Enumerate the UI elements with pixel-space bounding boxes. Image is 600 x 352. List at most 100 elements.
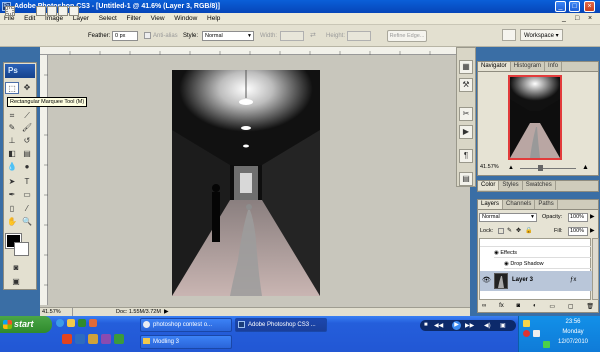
dreamweaver-icon[interactable] (114, 334, 124, 344)
hand-tool-icon[interactable]: ✋ (5, 216, 19, 228)
start-button[interactable]: start (0, 316, 52, 333)
refine-edge-button[interactable]: Refine Edge... (387, 30, 427, 42)
zoom-tool-icon[interactable]: 🔍 (20, 216, 34, 228)
menu-view[interactable]: View (147, 13, 169, 25)
fill-arrow-icon[interactable]: ▶ (590, 227, 595, 234)
actions-panel-icon[interactable]: ▶ (459, 125, 473, 139)
history-panel-icon[interactable]: ✂ (459, 107, 473, 121)
dodge-tool-icon[interactable]: ● (20, 161, 34, 173)
tray-update-icon[interactable] (543, 341, 550, 348)
pen-tool-icon[interactable]: ✒ (5, 189, 19, 201)
zoom-in-icon[interactable]: ▲ (582, 164, 589, 171)
menu-window[interactable]: Window (170, 13, 201, 25)
document-image[interactable] (172, 70, 320, 296)
photoshop-launch-icon[interactable] (75, 334, 85, 344)
task-button-folder[interactable]: Modling 3 (140, 335, 232, 349)
close-button[interactable]: × (584, 1, 595, 12)
move-tool-icon[interactable]: ✥ (20, 82, 34, 94)
adjustment-icon[interactable]: ◐ (533, 303, 537, 310)
palette-well-icon[interactable] (502, 29, 516, 41)
shape-tool-icon[interactable]: ▭ (20, 189, 34, 201)
clock-time[interactable]: 23:56 (553, 319, 593, 325)
photoshop-logo[interactable]: Ps (5, 64, 35, 78)
folder-icon[interactable]: ▭ (549, 303, 555, 310)
adobe-icon[interactable] (62, 334, 72, 344)
premiere-icon[interactable] (101, 334, 111, 344)
task-button-photoshop[interactable]: Adobe Photoshop CS3 ... (235, 318, 327, 332)
fill-input[interactable]: 100% (568, 227, 588, 236)
clone-stamp-tool-icon[interactable]: ⊥ (5, 135, 19, 147)
notes-tool-icon[interactable]: ▯ (5, 203, 19, 215)
eraser-tool-icon[interactable]: ◧ (5, 148, 19, 160)
menu-help[interactable]: Help (203, 13, 224, 25)
fx-icon[interactable]: fx (499, 303, 504, 310)
background-color-swatch[interactable] (14, 242, 29, 256)
task-button-browser[interactable]: photoshop contest o... (140, 318, 232, 332)
minimize-button[interactable]: _ (555, 1, 566, 12)
blur-tool-icon[interactable]: 💧 (5, 161, 19, 173)
lock-image-icon[interactable]: ✎ (507, 227, 512, 234)
drop-shadow-row[interactable]: ◉ Drop Shadow (504, 259, 592, 269)
tab-info[interactable]: Info (545, 62, 563, 71)
lock-transparency-icon[interactable] (498, 228, 504, 234)
slice-tool-icon[interactable]: ⟋ (20, 110, 34, 122)
menu-select[interactable]: Select (95, 13, 121, 25)
new-layer-icon[interactable]: ▢ (568, 303, 574, 310)
link-icon[interactable]: ∞ (482, 303, 486, 310)
opacity-arrow-icon[interactable]: ▶ (590, 213, 595, 220)
intersect-selection-icon[interactable] (69, 6, 79, 16)
opacity-input[interactable]: 100% (568, 213, 588, 222)
new-selection-icon[interactable] (36, 6, 46, 16)
navigator-zoom-handle[interactable] (538, 165, 543, 171)
doc-close-button[interactable]: × (588, 15, 592, 22)
blend-mode-select[interactable]: Normal ▼ (479, 213, 537, 222)
quick-mask-icon[interactable]: ◙ (9, 262, 23, 274)
trash-icon[interactable]: 🗑 (586, 303, 594, 310)
screen-mode-icon[interactable]: ▣ (9, 276, 23, 288)
paragraph-panel-icon[interactable]: ¶ (459, 149, 473, 163)
type-tool-icon[interactable]: T (20, 176, 34, 188)
crop-tool-icon[interactable]: ⌗ (5, 110, 19, 122)
navigator-zoom-slider[interactable] (520, 168, 576, 169)
height-input[interactable] (347, 31, 371, 41)
status-menu-arrow-icon[interactable]: ▶ (164, 308, 169, 316)
horizontal-ruler[interactable] (40, 47, 470, 55)
eye-icon[interactable]: 👁 (482, 276, 491, 284)
tool-presets-panel-icon[interactable]: ⚒ (459, 78, 473, 92)
quicklaunch-folder-icon[interactable] (67, 319, 75, 327)
tray-network-icon[interactable] (523, 320, 530, 327)
layer-row-layer-3[interactable]: 👁 Layer 3 ƒx (480, 271, 592, 291)
brush-tool-icon[interactable]: 🖌 (20, 122, 34, 134)
layer-row-partial[interactable] (480, 239, 592, 247)
stop-icon[interactable]: ■ (424, 322, 428, 328)
tab-paths[interactable]: Paths (535, 200, 558, 209)
history-brush-tool-icon[interactable]: ↺ (20, 135, 34, 147)
feather-input[interactable]: 0 px (112, 31, 138, 41)
play-icon[interactable]: ▶ (452, 321, 461, 330)
subtract-selection-icon[interactable] (58, 6, 68, 16)
quicklaunch-ie-icon[interactable] (56, 319, 64, 327)
restore-player-icon[interactable]: ▣ (500, 322, 506, 329)
lock-all-icon[interactable]: 🔒 (525, 227, 532, 234)
workspace-button[interactable]: Workspace ▾ (520, 29, 563, 41)
vertical-ruler[interactable] (40, 55, 48, 305)
tab-navigator[interactable]: Navigator (478, 62, 511, 71)
maximize-button[interactable]: □ (569, 1, 580, 12)
volume-icon[interactable]: ◀) (484, 322, 491, 329)
tab-color[interactable]: Color (478, 181, 500, 190)
tab-swatches[interactable]: Swatches (523, 181, 556, 190)
rectangular-marquee-tool-icon[interactable]: ⬚ (5, 82, 19, 94)
navigator-preview[interactable] (508, 75, 562, 160)
tray-speaker-icon[interactable] (533, 330, 540, 337)
brushes-panel-icon[interactable]: ▦ (459, 60, 473, 74)
previous-icon[interactable]: ◀◀ (434, 322, 443, 329)
width-input[interactable] (280, 31, 304, 41)
zoom-level[interactable]: 41.57% (42, 308, 61, 316)
tab-layers[interactable]: Layers (478, 200, 504, 209)
layers-scrollbar[interactable] (592, 238, 599, 300)
gradient-tool-icon[interactable]: ▤ (20, 148, 34, 160)
quicklaunch-media-icon[interactable] (78, 319, 86, 327)
lock-position-icon[interactable]: ✥ (516, 227, 521, 234)
swap-dimensions-icon[interactable]: ⇄ (310, 31, 316, 39)
tab-histogram[interactable]: Histogram (511, 62, 546, 71)
